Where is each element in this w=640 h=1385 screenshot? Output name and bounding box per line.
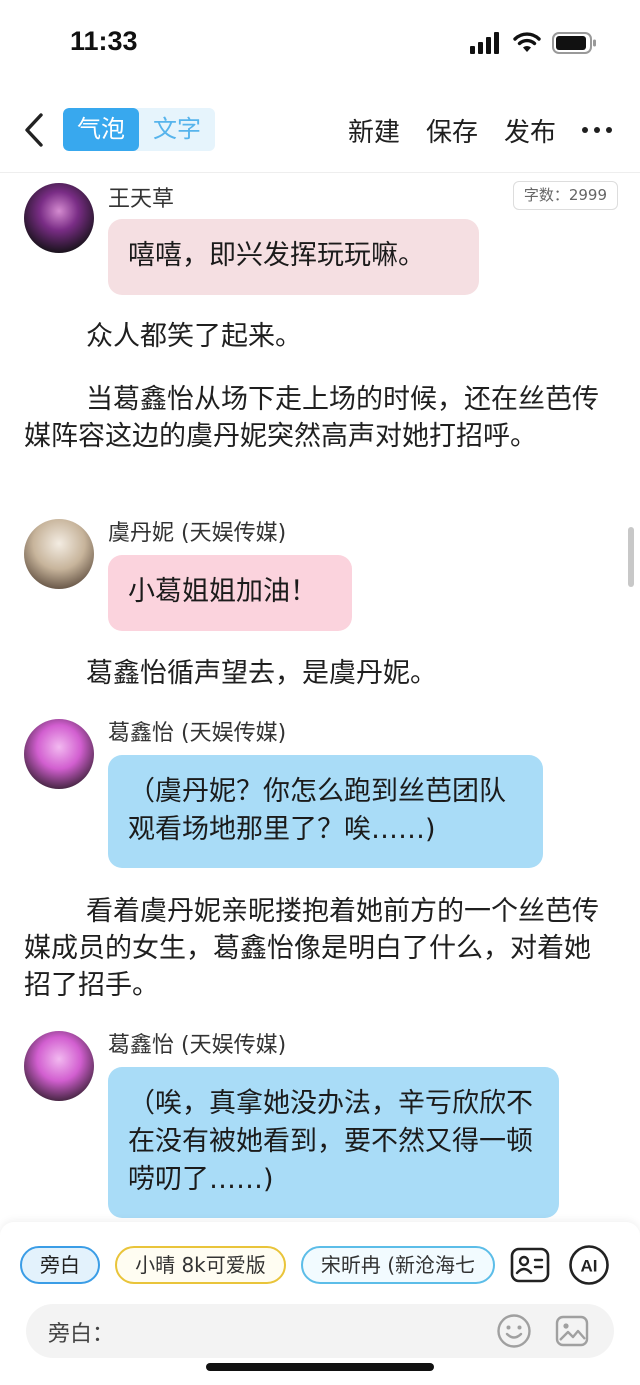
word-count-badge: 字数：2999	[512, 181, 618, 210]
chevron-left-icon	[25, 113, 43, 147]
chat-bubble[interactable]: 小葛姐姐加油！	[108, 555, 352, 631]
cellular-signal-icon	[470, 32, 499, 54]
battery-icon	[552, 32, 596, 54]
input-bar: 旁白：	[26, 1304, 614, 1358]
svg-text:AI: AI	[581, 1257, 598, 1276]
role-chip-songxinran[interactable]: 宋昕冉 (新沧海七	[300, 1246, 495, 1284]
home-indicator[interactable]	[206, 1363, 434, 1371]
role-chip-narration[interactable]: 旁白	[20, 1246, 100, 1284]
contact-card-button[interactable]	[509, 1244, 551, 1286]
nav-actions: 新建 保存 发布	[348, 100, 612, 160]
speaker-name: 虞丹妮 (天娱传媒)	[108, 521, 287, 546]
wifi-icon	[513, 32, 541, 52]
save-button[interactable]: 保存	[426, 112, 478, 149]
ai-icon: AI	[569, 1245, 609, 1285]
nav-bar: 气泡 文字 新建 保存 发布	[0, 100, 640, 160]
scrollbar[interactable]	[628, 527, 634, 587]
speaker-name: 王天草	[108, 187, 175, 212]
image-button[interactable]	[554, 1313, 590, 1349]
contact-card-icon	[510, 1247, 550, 1283]
smiley-icon	[497, 1314, 531, 1348]
speaker-name: 葛鑫怡 (天娱传媒)	[108, 1033, 287, 1058]
status-icons	[470, 30, 598, 56]
more-dots-icon[interactable]	[582, 115, 612, 145]
story-content[interactable]: 字数：2999 王天草 嘻嘻，即兴发挥玩玩嘛。 众人都笑了起来。 当葛鑫怡从场下…	[0, 173, 640, 1223]
back-button[interactable]	[14, 108, 54, 152]
narration-paragraph[interactable]: 当葛鑫怡从场下走上场的时候，还在丝芭传媒阵容这边的虞丹妮突然高声对她打招呼。	[24, 381, 604, 455]
chat-bubble[interactable]: （唉，真拿她没办法，辛亏欣欣不在没有被她看到，要不然又得一顿唠叨了……)	[108, 1067, 559, 1218]
avatar[interactable]	[24, 183, 94, 253]
role-chip-xiaoqing[interactable]: 小晴 8k可爱版	[115, 1246, 286, 1284]
avatar[interactable]	[24, 519, 94, 589]
new-button[interactable]: 新建	[348, 112, 400, 149]
message-input[interactable]	[126, 1312, 506, 1350]
mode-text-tab[interactable]: 文字	[139, 108, 215, 151]
bottom-panel: 旁白 小晴 8k可爱版 宋昕冉 (新沧海七 AI 旁白：	[0, 1222, 640, 1385]
status-time: 11:33	[70, 26, 138, 56]
mode-bubble-tab[interactable]: 气泡	[63, 108, 139, 151]
image-icon	[555, 1315, 589, 1347]
narration-paragraph[interactable]: 葛鑫怡循声望去，是虞丹妮。	[24, 655, 604, 692]
narration-paragraph[interactable]: 众人都笑了起来。	[24, 318, 604, 355]
avatar[interactable]	[24, 1031, 94, 1101]
chat-bubble[interactable]: （虞丹妮？你怎么跑到丝芭团队观看场地那里了？唉……)	[108, 755, 543, 868]
emoji-button[interactable]	[496, 1313, 532, 1349]
ai-button[interactable]: AI	[568, 1244, 610, 1286]
publish-button[interactable]: 发布	[504, 112, 556, 149]
role-chip-row: 旁白 小晴 8k可爱版 宋昕冉 (新沧海七	[20, 1246, 495, 1286]
avatar[interactable]	[24, 719, 94, 789]
mode-toggle: 气泡 文字	[63, 108, 215, 151]
chat-bubble[interactable]: 嘻嘻，即兴发挥玩玩嘛。	[108, 219, 479, 295]
status-bar: 11:33	[0, 0, 640, 88]
narration-paragraph[interactable]: 看着虞丹妮亲昵搂抱着她前方的一个丝芭传媒成员的女生，葛鑫怡像是明白了什么，对着她…	[24, 893, 604, 1004]
speaker-name: 葛鑫怡 (天娱传媒)	[108, 721, 287, 746]
input-role-label: 旁白：	[48, 1322, 115, 1347]
